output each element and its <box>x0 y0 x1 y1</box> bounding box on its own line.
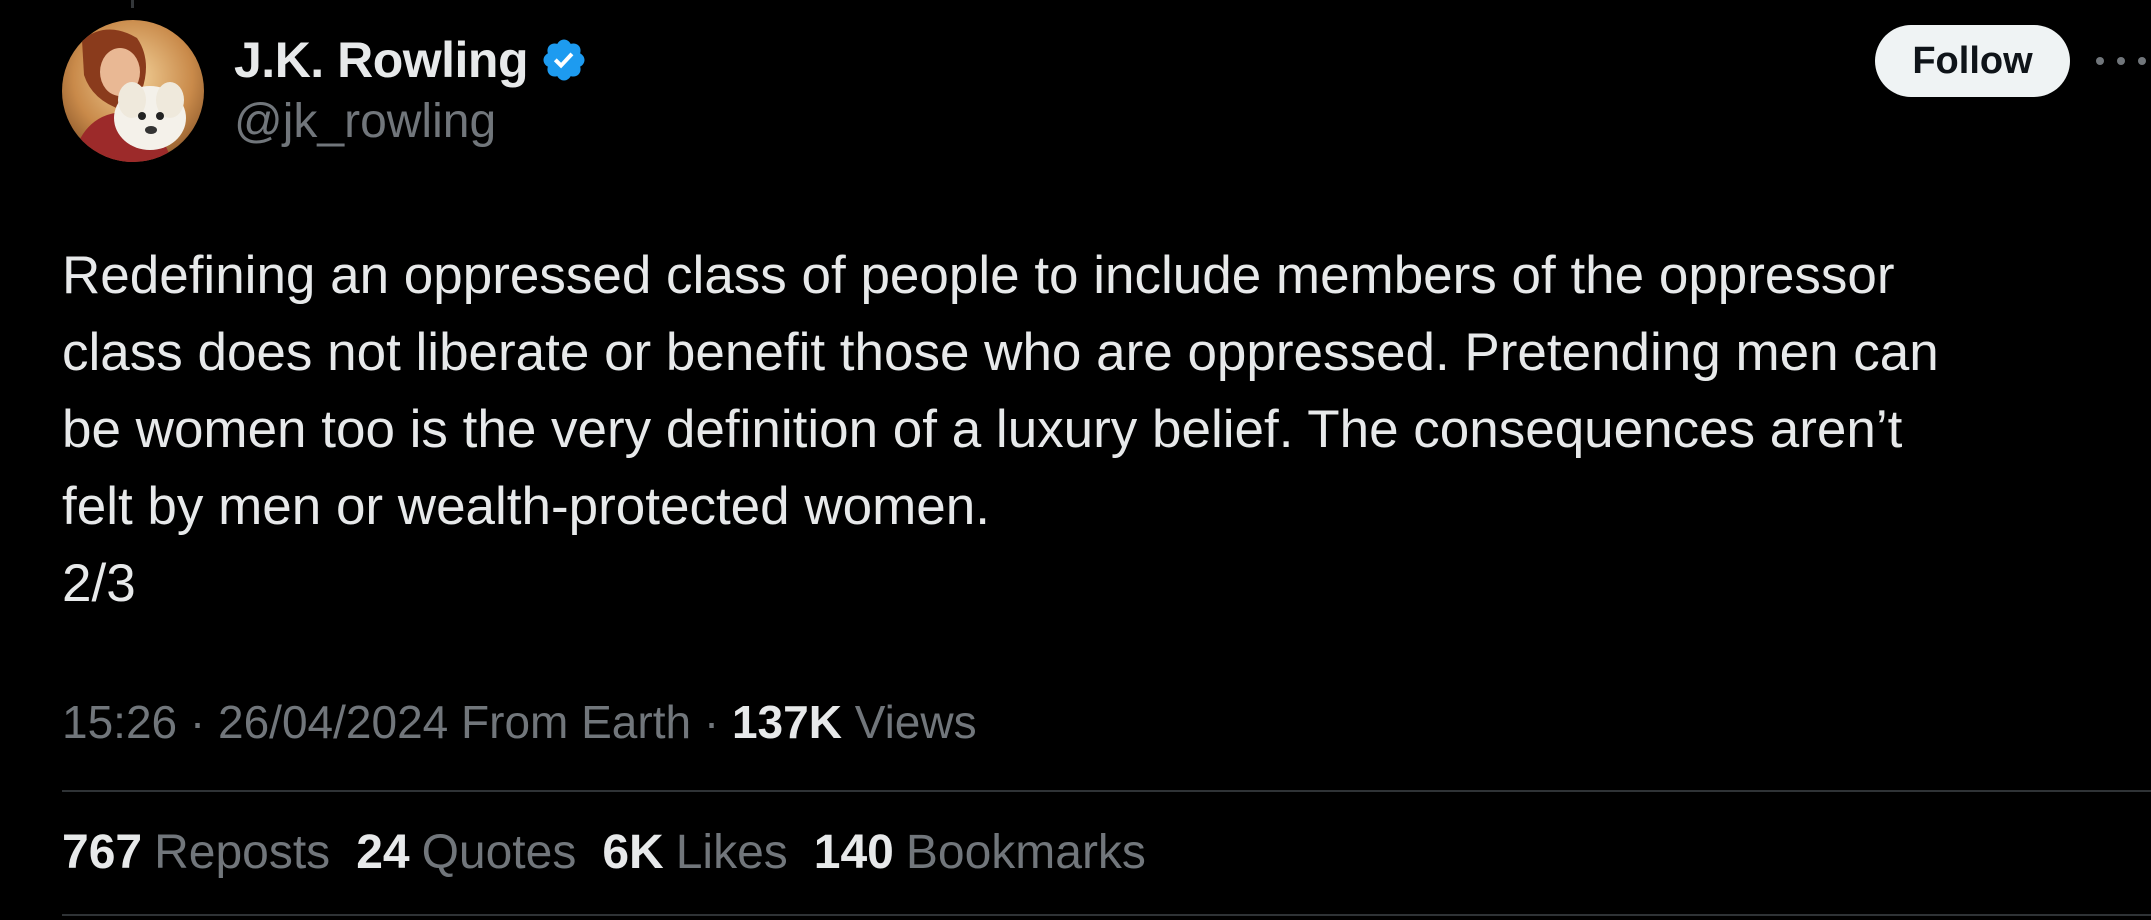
more-options-icon[interactable] <box>2096 44 2146 78</box>
author-display-name[interactable]: J.K. Rowling <box>234 31 529 89</box>
tweet-date[interactable]: 26/04/2024 <box>218 696 448 748</box>
divider <box>62 790 2151 792</box>
tweet-source: From Earth <box>461 696 692 748</box>
stat-label: Reposts <box>154 826 331 879</box>
stat-reposts[interactable]: 767 Reposts <box>62 825 330 880</box>
more-dot <box>2096 57 2104 65</box>
stat-likes[interactable]: 6K Likes <box>602 825 787 880</box>
follow-button[interactable]: Follow <box>1875 25 2070 97</box>
tweet-time[interactable]: 15:26 <box>62 696 177 748</box>
thread-connector-line <box>131 0 134 8</box>
views-label: Views <box>854 696 977 748</box>
avatar-image <box>62 20 204 162</box>
avatar[interactable] <box>62 20 204 162</box>
verified-badge-icon[interactable] <box>540 36 588 84</box>
more-dot <box>2138 57 2146 65</box>
stat-label: Quotes <box>421 826 577 879</box>
stat-label: Likes <box>675 826 788 879</box>
more-dot <box>2117 57 2125 65</box>
stat-label: Bookmarks <box>905 826 1146 879</box>
stat-count: 24 <box>356 826 410 879</box>
meta-separator: · <box>189 696 206 748</box>
author-handle[interactable]: @jk_rowling <box>234 94 496 149</box>
stat-count: 6K <box>602 826 664 879</box>
engagement-stats: 767 Reposts 24 Quotes 6K Likes 140 Bookmarks <box>62 825 1172 880</box>
views-count: 137K <box>731 696 842 748</box>
stat-bookmarks[interactable]: 140 Bookmarks <box>814 825 1146 880</box>
stat-count: 767 <box>62 826 143 879</box>
tweet-metadata: 15:26 · 26/04/2024 From Earth · 137K Vie… <box>62 695 977 749</box>
tweet-text: Redefining an oppressed class of people … <box>62 246 1939 613</box>
meta-separator: · <box>703 696 720 748</box>
divider <box>62 914 2151 916</box>
stat-quotes[interactable]: 24 Quotes <box>356 825 576 880</box>
author-name-row[interactable]: J.K. Rowling <box>234 28 588 92</box>
stat-count: 140 <box>813 826 894 879</box>
